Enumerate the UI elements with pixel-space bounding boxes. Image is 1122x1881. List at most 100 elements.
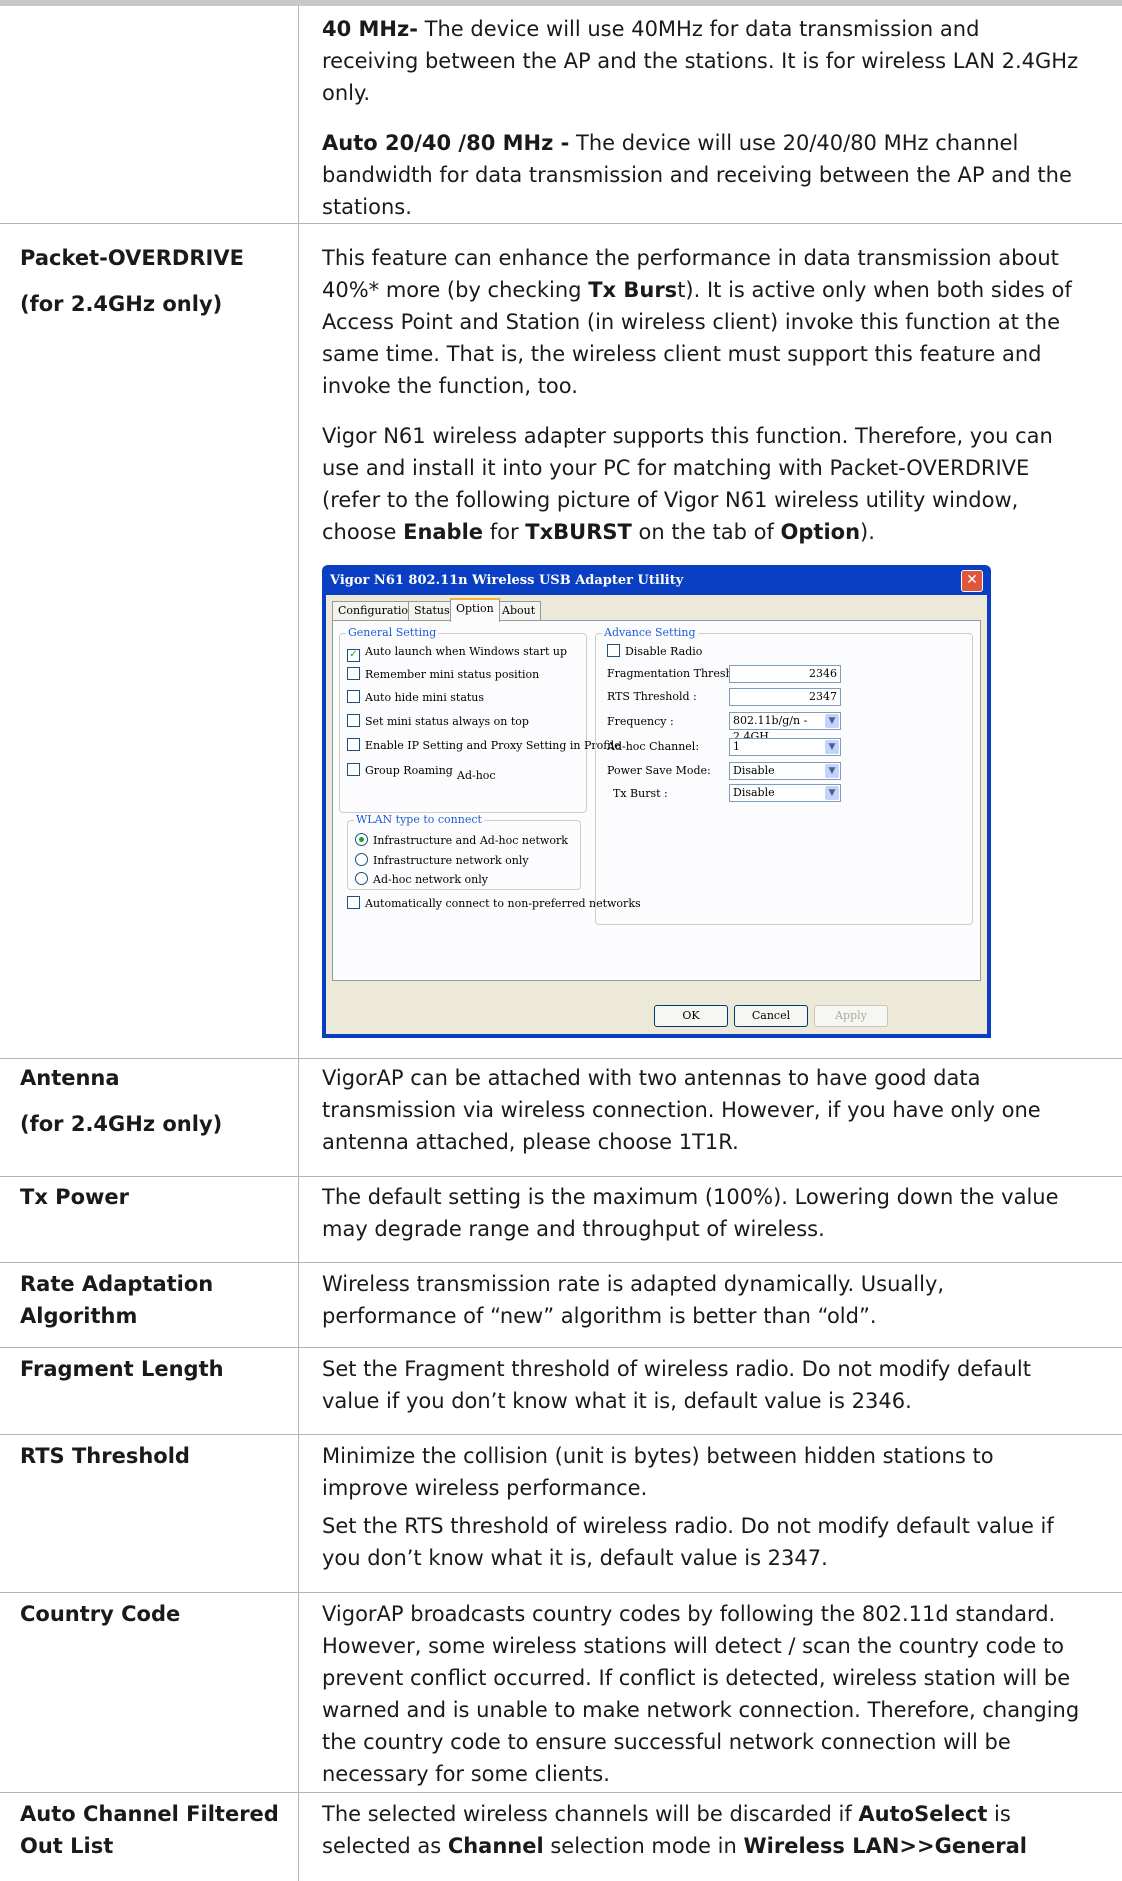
radio-adhoc-only[interactable]: Ad-hoc network only bbox=[355, 872, 488, 888]
cancel-button[interactable]: Cancel bbox=[734, 1005, 808, 1027]
term-line: Out List bbox=[20, 1834, 114, 1858]
select-value: Disable bbox=[733, 764, 775, 777]
checkbox-group-roaming[interactable]: Group Roaming bbox=[347, 763, 453, 779]
row-term: Tx Power bbox=[20, 1181, 290, 1213]
chevron-down-icon[interactable]: ▼ bbox=[825, 714, 839, 728]
select-value: 1 bbox=[733, 740, 740, 753]
term-line: Packet-OVERDRIVE bbox=[20, 246, 244, 270]
row-description: Wireless transmission rate is adapted dy… bbox=[322, 1268, 1082, 1332]
bold-text: Tx Burs bbox=[588, 278, 678, 302]
checkbox-label: Disable Radio bbox=[625, 645, 703, 658]
radio-icon[interactable] bbox=[355, 833, 368, 846]
radio-icon[interactable] bbox=[355, 853, 368, 866]
radio-label: Ad-hoc network only bbox=[373, 873, 488, 886]
term-line: Auto Channel Filtered bbox=[20, 1802, 279, 1826]
frequency-select[interactable]: 802.11b/g/n - 2.4GH ▼ bbox=[729, 712, 841, 743]
row-term: Country Code bbox=[20, 1598, 290, 1630]
adhoc-channel-select[interactable]: 1 ▼ bbox=[729, 738, 841, 756]
term-line: (for 2.4GHz only) bbox=[20, 292, 223, 316]
bold-text: Enable bbox=[403, 520, 484, 544]
tx-burst-select[interactable]: Disable ▼ bbox=[729, 784, 841, 802]
checkbox-label: Auto launch when Windows start up bbox=[365, 645, 568, 658]
row-term: Fragment Length bbox=[20, 1353, 290, 1385]
chevron-down-icon[interactable]: ▼ bbox=[825, 764, 839, 778]
chevron-down-icon[interactable]: ▼ bbox=[825, 786, 839, 800]
checkbox-icon[interactable] bbox=[347, 738, 360, 751]
paragraph: VigorAP can be attached with two antenna… bbox=[322, 1062, 1082, 1158]
checkbox-icon[interactable] bbox=[607, 644, 620, 657]
close-icon[interactable]: ✕ bbox=[961, 570, 983, 592]
term-line: (for 2.4GHz only) bbox=[20, 1112, 223, 1136]
row-divider bbox=[0, 1792, 1122, 1793]
checkbox-icon[interactable] bbox=[347, 896, 360, 909]
checkbox-label: Remember mini status position bbox=[365, 668, 540, 681]
radio-icon[interactable] bbox=[355, 872, 368, 885]
window-body: Configuration Status Option About Genera… bbox=[326, 595, 987, 1034]
window-title: Vigor N61 802.11n Wireless USB Adapter U… bbox=[330, 573, 684, 588]
text-run: The selected wireless channels will be d… bbox=[322, 1802, 859, 1826]
row-term: Rate Adaptation Algorithm bbox=[20, 1268, 290, 1332]
row-divider bbox=[0, 1592, 1122, 1593]
fragmentation-input[interactable]: 2346 bbox=[729, 665, 841, 683]
text-run: The default setting is the maximum (100%… bbox=[322, 1185, 1059, 1241]
checkbox-icon[interactable]: ✓ bbox=[347, 649, 360, 662]
row-divider bbox=[0, 1434, 1122, 1435]
checkbox-remember-position[interactable]: Remember mini status position bbox=[347, 667, 539, 683]
text-run: Minimize the collision (unit is bytes) b… bbox=[322, 1444, 994, 1500]
column-divider bbox=[298, 6, 299, 1881]
radio-label: Infrastructure and Ad-hoc network bbox=[373, 834, 568, 847]
paragraph: Set the Fragment threshold of wireless r… bbox=[322, 1353, 1082, 1417]
row-description: Set the Fragment threshold of wireless r… bbox=[322, 1353, 1082, 1417]
top-border bbox=[0, 0, 1122, 6]
checkbox-always-on-top[interactable]: Set mini status always on top bbox=[347, 714, 529, 730]
text-run: on the tab of bbox=[631, 520, 781, 544]
row-description: The selected wireless channels will be d… bbox=[322, 1798, 1082, 1862]
radio-infra-only[interactable]: Infrastructure network only bbox=[355, 853, 529, 869]
row-term: Auto Channel Filtered Out List bbox=[20, 1798, 290, 1862]
tab-status[interactable]: Status bbox=[408, 601, 456, 620]
row-description: This feature can enhance the performance… bbox=[322, 242, 1082, 548]
text-run: selection mode in bbox=[543, 1834, 744, 1858]
row-description: The default setting is the maximum (100%… bbox=[322, 1181, 1082, 1245]
text-run: The device will use 40MHz for data trans… bbox=[322, 17, 1079, 105]
checkbox-icon[interactable] bbox=[347, 714, 360, 727]
ok-button[interactable]: OK bbox=[654, 1005, 728, 1027]
checkbox-auto-launch[interactable]: ✓ Auto launch when Windows start up bbox=[347, 644, 568, 662]
term-line: Country Code bbox=[20, 1602, 181, 1626]
checkbox-label: Group Roaming bbox=[365, 764, 453, 777]
text-run: Wireless transmission rate is adapted dy… bbox=[322, 1272, 945, 1328]
bold-text: Auto 20/40 /80 MHz - bbox=[322, 131, 570, 155]
radio-infra-adhoc[interactable]: Infrastructure and Ad-hoc network bbox=[355, 833, 568, 849]
checkbox-icon[interactable] bbox=[347, 667, 360, 680]
term-line: Fragment Length bbox=[20, 1357, 224, 1381]
group-title: Advance Setting bbox=[602, 626, 698, 639]
text-run: VigorAP broadcasts country codes by foll… bbox=[322, 1602, 1080, 1786]
checkbox-disable-radio[interactable]: Disable Radio bbox=[607, 644, 702, 660]
checkbox-ip-proxy[interactable]: Enable IP Setting and Proxy Setting in P… bbox=[347, 738, 621, 754]
rts-input[interactable]: 2347 bbox=[729, 688, 841, 706]
row-description: 40 MHz- The device will use 40MHz for da… bbox=[322, 13, 1082, 223]
row-divider bbox=[0, 1176, 1122, 1177]
row-divider bbox=[0, 1347, 1122, 1348]
document-page: 40 MHz- The device will use 40MHz for da… bbox=[0, 0, 1122, 1881]
bold-text: 40 MHz- bbox=[322, 17, 418, 41]
checkbox-label: Set mini status always on top bbox=[365, 715, 529, 728]
row-divider bbox=[0, 223, 1122, 224]
tab-option[interactable]: Option bbox=[450, 598, 500, 622]
checkbox-icon[interactable] bbox=[347, 690, 360, 703]
group-title: General Setting bbox=[346, 626, 439, 639]
chevron-down-icon[interactable]: ▼ bbox=[825, 740, 839, 754]
checkbox-icon[interactable] bbox=[347, 763, 360, 776]
tx-burst-label: Tx Burst : bbox=[613, 787, 668, 800]
radio-label: Infrastructure network only bbox=[373, 854, 529, 867]
text-run: ). bbox=[860, 520, 875, 544]
text-run: Set the Fragment threshold of wireless r… bbox=[322, 1357, 1031, 1413]
checkbox-auto-hide[interactable]: Auto hide mini status bbox=[347, 690, 484, 706]
power-save-select[interactable]: Disable ▼ bbox=[729, 762, 841, 780]
bold-text: Channel bbox=[447, 1834, 544, 1858]
row-description: VigorAP broadcasts country codes by foll… bbox=[322, 1598, 1082, 1790]
paragraph: Auto 20/40 /80 MHz - The device will use… bbox=[322, 127, 1082, 223]
tab-about[interactable]: About bbox=[496, 601, 542, 620]
apply-button[interactable]: Apply bbox=[814, 1005, 888, 1027]
power-save-label: Power Save Mode: bbox=[607, 764, 711, 777]
